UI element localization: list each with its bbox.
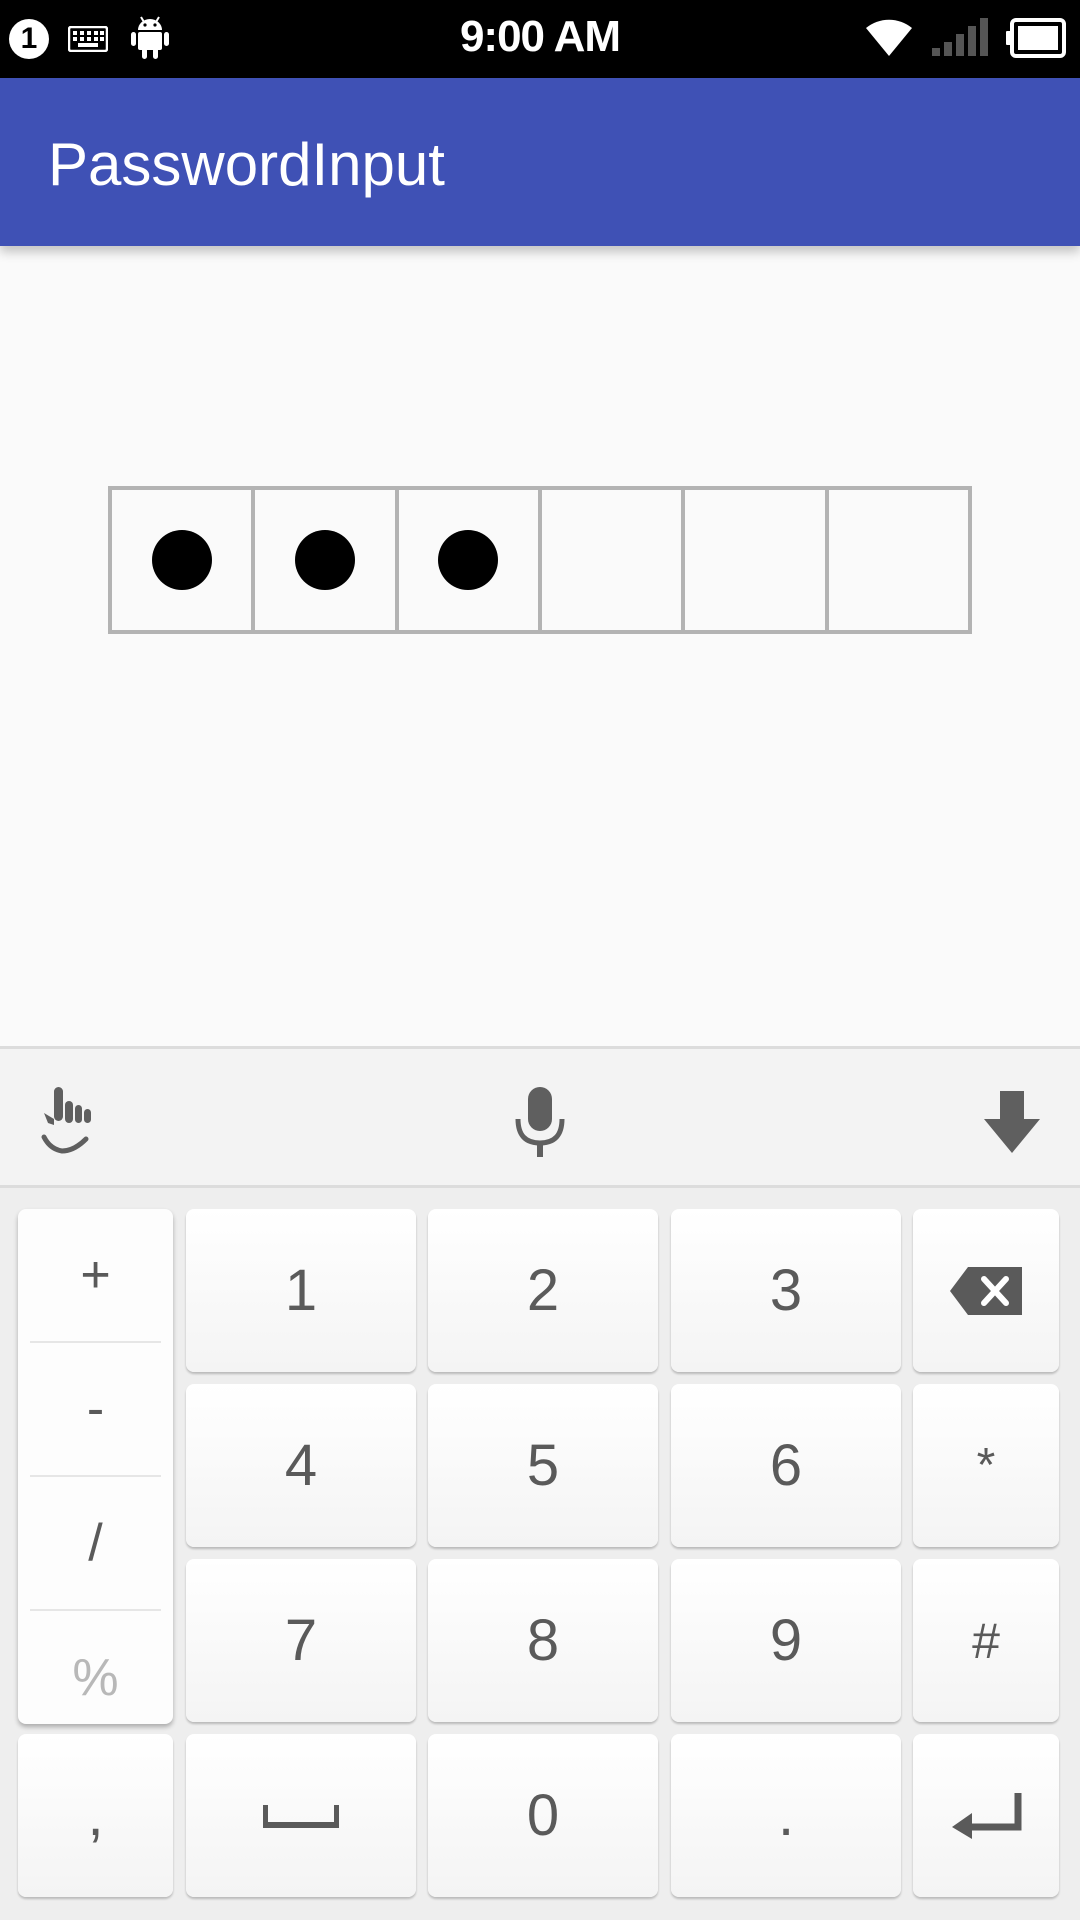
- symbol-plus[interactable]: +: [30, 1209, 161, 1343]
- key-hash[interactable]: #: [913, 1559, 1059, 1722]
- backspace-icon: [950, 1266, 1022, 1315]
- key-period[interactable]: .: [671, 1734, 901, 1897]
- symbol-popup: + - / %: [18, 1209, 173, 1724]
- pin-cell-2: [255, 490, 399, 630]
- pin-cell-5: [685, 490, 829, 630]
- enter-key[interactable]: [913, 1734, 1059, 1897]
- symbol-minus[interactable]: -: [30, 1343, 161, 1477]
- touch-gesture-icon[interactable]: [40, 1085, 102, 1157]
- key-1[interactable]: 1: [186, 1209, 416, 1372]
- symbol-percent[interactable]: %: [30, 1611, 161, 1745]
- pin-cell-4: [542, 490, 686, 630]
- content-area: [0, 246, 1080, 1046]
- key-8[interactable]: 8: [428, 1559, 658, 1722]
- hide-keyboard-icon[interactable]: [984, 1091, 1040, 1155]
- key-4[interactable]: 4: [186, 1384, 416, 1547]
- filled-dot: [294, 530, 355, 590]
- key-asterisk[interactable]: *: [913, 1384, 1059, 1547]
- filled-dot: [438, 530, 499, 590]
- key-7[interactable]: 7: [186, 1559, 416, 1722]
- battery-icon: [1006, 18, 1066, 58]
- key-5[interactable]: 5: [428, 1384, 658, 1547]
- pin-cell-6: [829, 490, 968, 630]
- key-0[interactable]: 0: [428, 1734, 658, 1897]
- app-bar: PasswordInput: [0, 78, 1080, 246]
- pin-cell-3: [399, 490, 542, 630]
- space-key[interactable]: [186, 1734, 416, 1897]
- microphone-icon[interactable]: [514, 1087, 566, 1159]
- wifi-icon: [866, 19, 912, 56]
- password-input[interactable]: [108, 486, 972, 634]
- keyboard-toolbar: [0, 1046, 1080, 1188]
- key-comma[interactable]: ,: [18, 1734, 173, 1897]
- space-icon: [263, 1804, 339, 1828]
- signal-icon: [932, 18, 988, 56]
- filled-dot: [151, 530, 212, 590]
- pin-cell-1: [112, 490, 256, 630]
- status-bar: 1 9:00 AM: [0, 0, 1080, 78]
- symbol-slash[interactable]: /: [30, 1477, 161, 1611]
- key-3[interactable]: 3: [671, 1209, 901, 1372]
- key-9[interactable]: 9: [671, 1559, 901, 1722]
- app-title: PasswordInput: [48, 131, 445, 198]
- clock: 9:00 AM: [459, 12, 621, 61]
- key-6[interactable]: 6: [671, 1384, 901, 1547]
- key-2[interactable]: 2: [428, 1209, 658, 1372]
- backspace-key[interactable]: [913, 1209, 1059, 1372]
- enter-icon: [952, 1792, 1022, 1839]
